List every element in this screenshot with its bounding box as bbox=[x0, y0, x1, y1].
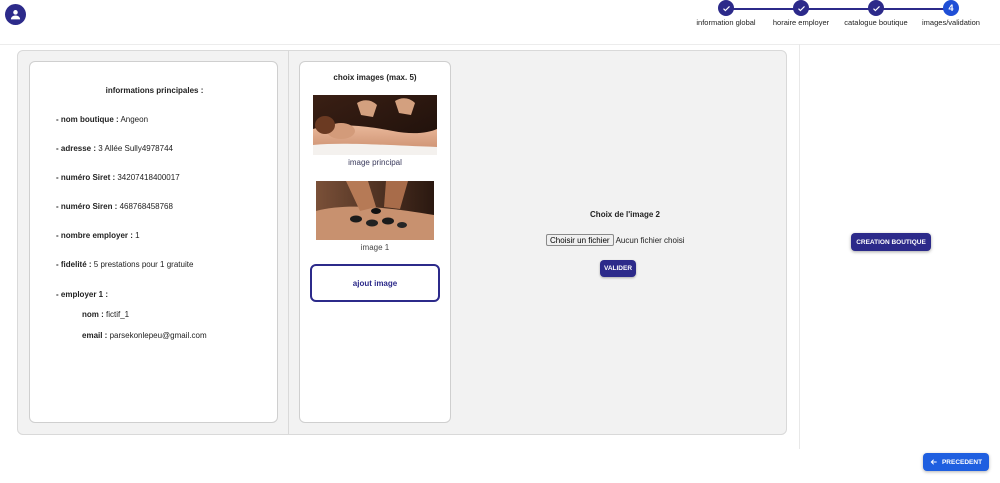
step-images-validation[interactable]: 4 images/validation bbox=[906, 0, 996, 27]
step-check-icon bbox=[793, 0, 809, 16]
file-picker: Choisir un fichier Aucun fichier choisi bbox=[546, 234, 685, 246]
step-check-icon bbox=[868, 0, 884, 16]
previous-label: PRECEDENT bbox=[941, 458, 983, 466]
image-choice-title: Choix de l'image 2 bbox=[590, 210, 660, 219]
previous-button[interactable]: PRECEDENT bbox=[923, 453, 989, 471]
side-divider bbox=[799, 44, 800, 449]
employee-name-row: nom : fictif_1 bbox=[82, 310, 129, 319]
arrow-left-icon bbox=[930, 459, 937, 465]
info-row-address: - adresse : 3 Allée Sully4978744 bbox=[56, 144, 173, 153]
create-shop-button[interactable]: CREATION BOUTIQUE bbox=[851, 233, 931, 251]
info-value: fictif_1 bbox=[103, 310, 130, 319]
info-row-shop-name: - nom boutique : Angeon bbox=[56, 115, 148, 124]
info-label: - adresse : bbox=[56, 144, 97, 153]
step-number-badge: 4 bbox=[943, 0, 959, 16]
step-check-icon bbox=[718, 0, 734, 16]
choose-file-button[interactable]: Choisir un fichier bbox=[546, 234, 614, 246]
info-label: email : bbox=[82, 331, 108, 340]
info-label: - nom boutique : bbox=[56, 115, 119, 124]
hot-stone-photo-image bbox=[316, 181, 434, 240]
step-label: images/validation bbox=[922, 18, 980, 27]
thumbnail-image-1[interactable] bbox=[316, 181, 434, 240]
image-choice-card: choix images (max. 5) image principal im… bbox=[299, 61, 451, 423]
info-row-siret: - numéro Siret : 34207418400017 bbox=[56, 173, 180, 182]
info-card-title: informations principales : bbox=[105, 86, 204, 95]
step-label: catalogue boutique bbox=[844, 18, 908, 27]
info-value: parsekonlepeu@gmail.com bbox=[107, 331, 207, 340]
info-row-employee-count: - nombre employer : 1 bbox=[56, 231, 140, 240]
info-label: nom : bbox=[82, 310, 104, 319]
info-label: - numéro Siret : bbox=[56, 173, 116, 182]
info-label: - fidelité : bbox=[56, 260, 92, 269]
step-label: horaire employer bbox=[772, 18, 830, 27]
info-label: - employer 1 : bbox=[56, 290, 109, 299]
main-info-card: informations principales : - nom boutiqu… bbox=[29, 61, 278, 423]
image-caption: image principal bbox=[348, 158, 402, 167]
info-value: Angeon bbox=[118, 115, 149, 124]
info-value: 3 Allée Sully4978744 bbox=[96, 144, 173, 153]
massage-photo-image bbox=[313, 95, 437, 155]
account-avatar[interactable] bbox=[5, 4, 26, 25]
info-row-loyalty: - fidelité : 5 prestations pour 1 gratui… bbox=[56, 260, 193, 269]
info-value: 34207418400017 bbox=[115, 173, 180, 182]
header-divider bbox=[0, 44, 1000, 45]
info-value: 468768458768 bbox=[117, 202, 173, 211]
info-row-siren: - numéro Siren : 468768458768 bbox=[56, 202, 173, 211]
panel-divider bbox=[288, 50, 289, 435]
employee-email-row: email : parsekonlepeu@gmail.com bbox=[82, 331, 207, 340]
image-card-title: choix images (max. 5) bbox=[333, 73, 417, 82]
info-label: - nombre employer : bbox=[56, 231, 133, 240]
info-value: 5 prestations pour 1 gratuite bbox=[91, 260, 194, 269]
add-image-button[interactable]: ajout image bbox=[310, 264, 440, 302]
image-caption: image 1 bbox=[360, 243, 390, 252]
account-circle-icon bbox=[10, 10, 21, 20]
progress-stepper: information global horaire employer cata… bbox=[690, 0, 990, 30]
info-label: - numéro Siren : bbox=[56, 202, 118, 211]
step-label: information global bbox=[696, 18, 756, 27]
thumbnail-main-image[interactable] bbox=[313, 95, 437, 155]
validate-button[interactable]: VALIDER bbox=[600, 260, 636, 277]
info-row-employee: - employer 1 : bbox=[56, 290, 108, 299]
file-status-text: Aucun fichier choisi bbox=[615, 235, 685, 245]
info-value: 1 bbox=[132, 231, 140, 240]
